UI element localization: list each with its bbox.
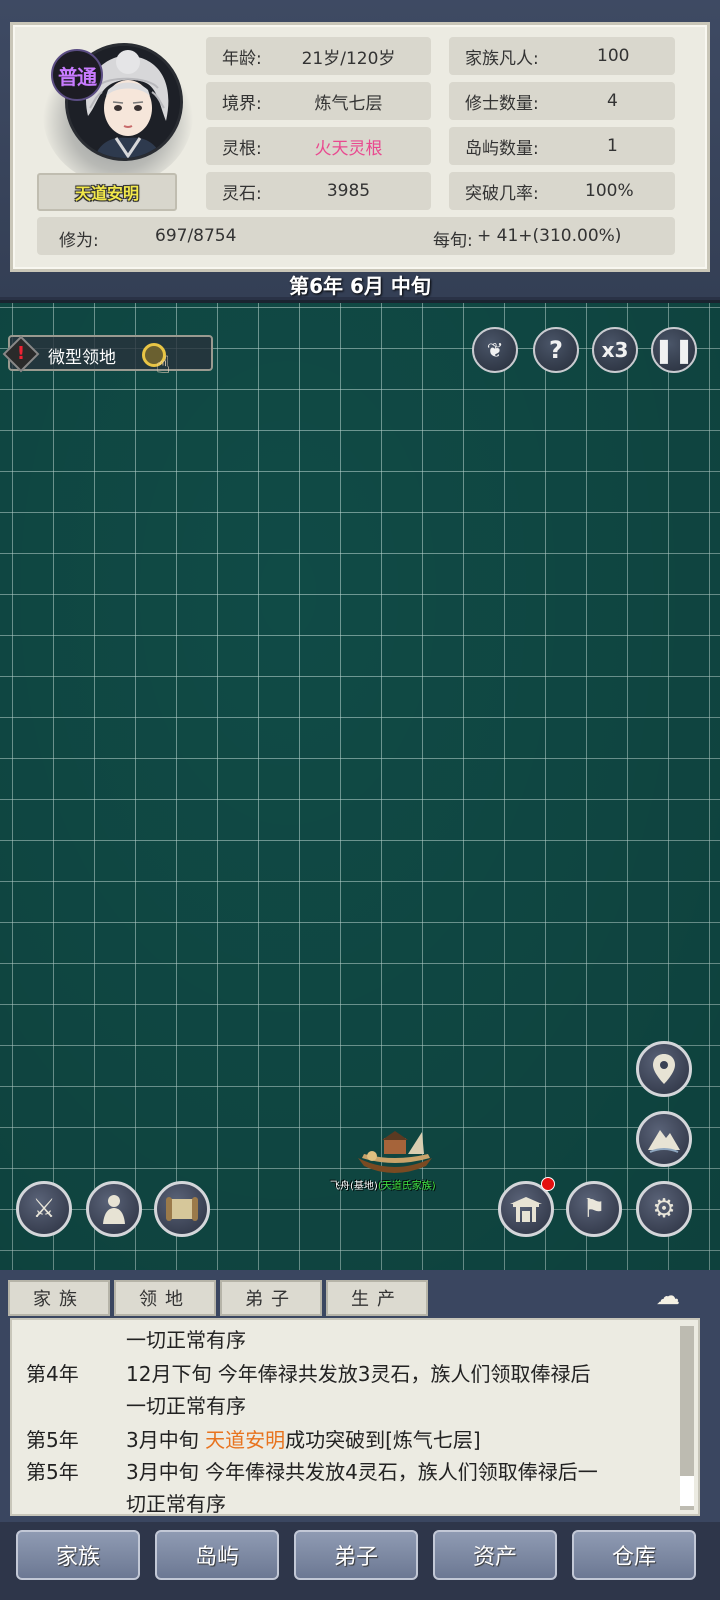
tab-disciples[interactable]: 弟子 bbox=[220, 1280, 322, 1316]
location-button[interactable] bbox=[636, 1041, 692, 1097]
map-pin-icon bbox=[653, 1054, 675, 1084]
quest-tracker[interactable]: ! 微型领地 ☝ bbox=[2, 335, 213, 379]
settings-button[interactable]: ⚙ bbox=[636, 1181, 692, 1237]
log-panel: 家族 领地 弟子 生产 ☁ 一切正常有序 第4年 12月下旬 今年俸禄共发放3灵… bbox=[0, 1270, 720, 1522]
crossed-swords-icon: ⚔ bbox=[32, 1194, 56, 1224]
quest-label: 微型领地 bbox=[48, 348, 116, 368]
character-panel: 普通 天道安明 年龄: 21岁/120岁 境界: 炼气七层 灵根: 火天灵根 灵… bbox=[10, 22, 710, 272]
character-name[interactable]: 天道安明 bbox=[37, 173, 177, 211]
cultivator-icon bbox=[103, 1195, 125, 1224]
nav-clan[interactable]: 家族 bbox=[16, 1530, 140, 1580]
laurel-icon: ❦ bbox=[486, 338, 504, 362]
flag-button[interactable]: ⚑ bbox=[566, 1181, 622, 1237]
tab-production[interactable]: 生产 bbox=[326, 1280, 428, 1316]
achievement-button[interactable]: ❦ bbox=[472, 327, 518, 373]
speed-icon: x3 bbox=[601, 338, 629, 362]
log-scrollbar[interactable] bbox=[680, 1326, 694, 1510]
tab-clan[interactable]: 家族 bbox=[8, 1280, 110, 1316]
flag-icon: ⚑ bbox=[582, 1194, 606, 1224]
stat-islands: 岛屿数量: 1 bbox=[449, 127, 675, 165]
nav-assets[interactable]: 资产 bbox=[433, 1530, 557, 1580]
pause-button[interactable]: ❚❚ bbox=[651, 327, 697, 373]
portrait-area[interactable]: 普通 bbox=[43, 35, 193, 185]
cultivation-bar: 修为: 697/8754 每旬: + 41+(310.00%) bbox=[37, 217, 675, 255]
stat-cultivators: 修士数量: 4 bbox=[449, 82, 675, 120]
mountain-icon bbox=[648, 1130, 680, 1153]
stat-breakthrough: 突破几率: 100% bbox=[449, 172, 675, 210]
gate-icon bbox=[510, 1197, 542, 1222]
rank-badge: 普通 bbox=[51, 49, 103, 101]
explore-button[interactable] bbox=[636, 1111, 692, 1167]
scroll-button[interactable] bbox=[154, 1181, 210, 1237]
scroll-icon bbox=[166, 1197, 198, 1221]
cloud-icon[interactable]: ☁ bbox=[656, 1282, 700, 1310]
stat-spirit-root: 灵根: 火天灵根 bbox=[206, 127, 431, 165]
game-date: 第6年 6月 中旬 bbox=[289, 274, 431, 298]
pointer-hand-icon: ☝ bbox=[156, 351, 171, 379]
notification-dot bbox=[541, 1177, 555, 1191]
stat-spirit-stones: 灵石: 3985 bbox=[206, 172, 431, 210]
tab-territory[interactable]: 领地 bbox=[114, 1280, 216, 1316]
character-link[interactable]: 天道安明 bbox=[205, 1428, 285, 1452]
log-tabs: 家族 领地 弟子 生产 bbox=[8, 1280, 428, 1316]
question-icon: ? bbox=[549, 336, 563, 364]
character-button[interactable] bbox=[86, 1181, 142, 1237]
event-log[interactable]: 一切正常有序 第4年 12月下旬 今年俸禄共发放3灵石，族人们领取俸禄后 一切正… bbox=[10, 1318, 700, 1516]
world-map[interactable]: ! 微型领地 ☝ ❦ ? x3 ❚❚ ⚔ ⚑ ⚙ 飞舟(基地)(天道氏家族) bbox=[0, 303, 720, 1270]
bottom-nav: 家族 岛屿 弟子 资产 仓库 bbox=[0, 1522, 720, 1600]
speed-button[interactable]: x3 bbox=[592, 327, 638, 373]
help-button[interactable]: ? bbox=[533, 327, 579, 373]
battle-button[interactable]: ⚔ bbox=[16, 1181, 72, 1237]
header-frame: 普通 天道安明 年龄: 21岁/120岁 境界: 炼气七层 灵根: 火天灵根 灵… bbox=[0, 0, 720, 300]
nav-warehouse[interactable]: 仓库 bbox=[572, 1530, 696, 1580]
flying-boat-icon[interactable] bbox=[352, 1128, 436, 1178]
exclamation-icon: ! bbox=[2, 335, 40, 373]
pause-icon: ❚❚ bbox=[653, 336, 695, 364]
stat-realm: 境界: 炼气七层 bbox=[206, 82, 431, 120]
scroll-thumb[interactable] bbox=[680, 1476, 694, 1506]
gear-icon: ⚙ bbox=[652, 1194, 676, 1224]
stat-age: 年龄: 21岁/120岁 bbox=[206, 37, 431, 75]
nav-disciples[interactable]: 弟子 bbox=[294, 1530, 418, 1580]
nav-islands[interactable]: 岛屿 bbox=[155, 1530, 279, 1580]
stat-clan-mortals: 家族凡人: 100 bbox=[449, 37, 675, 75]
ship-label: 飞舟(基地)(天道氏家族) bbox=[330, 1181, 436, 1192]
